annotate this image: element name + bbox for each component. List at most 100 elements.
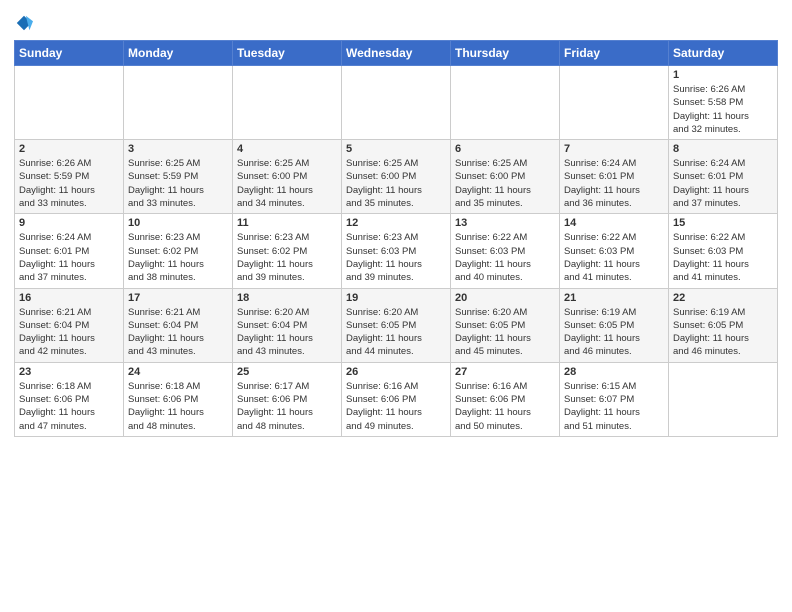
calendar-cell: 18 Sunrise: 6:20 AM Sunset: 6:04 PM Dayli… [233, 288, 342, 362]
day-number: 28 [564, 366, 664, 378]
day-info: Sunrise: 6:24 AM Sunset: 6:01 PM Dayligh… [673, 157, 773, 210]
calendar-cell [124, 66, 233, 140]
calendar-cell: 14Sunrise: 6:22 AM Sunset: 6:03 PM Dayli… [560, 214, 669, 288]
day-number: 21 [564, 292, 664, 304]
week-row-1: 1 Sunrise: 6:26 AM Sunset: 5:58 PM Daylig… [15, 66, 778, 140]
day-number: 14 [564, 217, 664, 229]
weekday-header-wednesday: Wednesday [342, 41, 451, 66]
day-info: Sunrise: 6:16 AM Sunset: 6:06 PM Dayligh… [455, 380, 555, 433]
day-info: Sunrise: 6:22 AM Sunset: 6:03 PM Dayligh… [455, 231, 555, 284]
calendar-cell: 22 Sunrise: 6:19 AM Sunset: 6:05 PM Dayli… [669, 288, 778, 362]
week-row-2: 2 Sunrise: 6:26 AM Sunset: 5:59 PM Daylig… [15, 140, 778, 214]
weekday-header-monday: Monday [124, 41, 233, 66]
day-info: Sunrise: 6:25 AM Sunset: 6:00 PM Dayligh… [455, 157, 555, 210]
calendar-cell: 3 Sunrise: 6:25 AM Sunset: 5:59 PM Daylig… [124, 140, 233, 214]
calendar-cell: 5Sunrise: 6:25 AM Sunset: 6:00 PM Daylig… [342, 140, 451, 214]
day-info: Sunrise: 6:17 AM Sunset: 6:06 PM Dayligh… [237, 380, 337, 433]
day-number: 6 [455, 143, 555, 155]
calendar-cell: 27 Sunrise: 6:16 AM Sunset: 6:06 PM Dayli… [451, 362, 560, 436]
day-info: Sunrise: 6:15 AM Sunset: 6:07 PM Dayligh… [564, 380, 664, 433]
calendar-cell: 7 Sunrise: 6:24 AM Sunset: 6:01 PM Daylig… [560, 140, 669, 214]
calendar: SundayMondayTuesdayWednesdayThursdayFrid… [14, 40, 778, 437]
day-info: Sunrise: 6:19 AM Sunset: 6:05 PM Dayligh… [564, 306, 664, 359]
calendar-cell: 12Sunrise: 6:23 AM Sunset: 6:03 PM Dayli… [342, 214, 451, 288]
day-info: Sunrise: 6:23 AM Sunset: 6:02 PM Dayligh… [128, 231, 228, 284]
day-info: Sunrise: 6:25 AM Sunset: 5:59 PM Dayligh… [128, 157, 228, 210]
day-number: 26 [346, 366, 446, 378]
calendar-cell: 1 Sunrise: 6:26 AM Sunset: 5:58 PM Daylig… [669, 66, 778, 140]
day-number: 27 [455, 366, 555, 378]
day-number: 10 [128, 217, 228, 229]
week-row-3: 9 Sunrise: 6:24 AM Sunset: 6:01 PM Daylig… [15, 214, 778, 288]
calendar-cell: 6 Sunrise: 6:25 AM Sunset: 6:00 PM Daylig… [451, 140, 560, 214]
calendar-cell: 19 Sunrise: 6:20 AM Sunset: 6:05 PM Dayli… [342, 288, 451, 362]
weekday-header-saturday: Saturday [669, 41, 778, 66]
day-info: Sunrise: 6:20 AM Sunset: 6:05 PM Dayligh… [455, 306, 555, 359]
day-number: 20 [455, 292, 555, 304]
day-number: 2 [19, 143, 119, 155]
day-info: Sunrise: 6:25 AM Sunset: 6:00 PM Dayligh… [237, 157, 337, 210]
weekday-header-sunday: Sunday [15, 41, 124, 66]
day-number: 9 [19, 217, 119, 229]
day-info: Sunrise: 6:20 AM Sunset: 6:04 PM Dayligh… [237, 306, 337, 359]
calendar-cell [451, 66, 560, 140]
calendar-cell [233, 66, 342, 140]
weekday-header-thursday: Thursday [451, 41, 560, 66]
day-number: 7 [564, 143, 664, 155]
calendar-cell: 23 Sunrise: 6:18 AM Sunset: 6:06 PM Dayli… [15, 362, 124, 436]
day-number: 8 [673, 143, 773, 155]
weekday-header-tuesday: Tuesday [233, 41, 342, 66]
day-info: Sunrise: 6:19 AM Sunset: 6:05 PM Dayligh… [673, 306, 773, 359]
day-number: 23 [19, 366, 119, 378]
day-info: Sunrise: 6:18 AM Sunset: 6:06 PM Dayligh… [128, 380, 228, 433]
weekday-header-row: SundayMondayTuesdayWednesdayThursdayFrid… [15, 41, 778, 66]
calendar-cell: 20 Sunrise: 6:20 AM Sunset: 6:05 PM Dayli… [451, 288, 560, 362]
logo [14, 10, 33, 34]
calendar-cell: 28 Sunrise: 6:15 AM Sunset: 6:07 PM Dayli… [560, 362, 669, 436]
day-info: Sunrise: 6:22 AM Sunset: 6:03 PM Dayligh… [673, 231, 773, 284]
day-number: 18 [237, 292, 337, 304]
week-row-4: 16 Sunrise: 6:21 AM Sunset: 6:04 PM Dayli… [15, 288, 778, 362]
day-info: Sunrise: 6:21 AM Sunset: 6:04 PM Dayligh… [128, 306, 228, 359]
day-number: 4 [237, 143, 337, 155]
day-number: 25 [237, 366, 337, 378]
day-number: 24 [128, 366, 228, 378]
calendar-cell: 24 Sunrise: 6:18 AM Sunset: 6:06 PM Dayli… [124, 362, 233, 436]
calendar-cell [669, 362, 778, 436]
calendar-cell: 13 Sunrise: 6:22 AM Sunset: 6:03 PM Dayli… [451, 214, 560, 288]
day-info: Sunrise: 6:24 AM Sunset: 6:01 PM Dayligh… [564, 157, 664, 210]
page: SundayMondayTuesdayWednesdayThursdayFrid… [0, 0, 792, 612]
day-info: Sunrise: 6:21 AM Sunset: 6:04 PM Dayligh… [19, 306, 119, 359]
day-info: Sunrise: 6:26 AM Sunset: 5:59 PM Dayligh… [19, 157, 119, 210]
day-info: Sunrise: 6:23 AM Sunset: 6:02 PM Dayligh… [237, 231, 337, 284]
calendar-cell [342, 66, 451, 140]
day-number: 13 [455, 217, 555, 229]
day-number: 11 [237, 217, 337, 229]
day-number: 17 [128, 292, 228, 304]
calendar-cell: 11 Sunrise: 6:23 AM Sunset: 6:02 PM Dayli… [233, 214, 342, 288]
day-number: 3 [128, 143, 228, 155]
day-info: Sunrise: 6:23 AM Sunset: 6:03 PM Dayligh… [346, 231, 446, 284]
header [14, 10, 778, 34]
calendar-cell: 17 Sunrise: 6:21 AM Sunset: 6:04 PM Dayli… [124, 288, 233, 362]
calendar-cell: 4 Sunrise: 6:25 AM Sunset: 6:00 PM Daylig… [233, 140, 342, 214]
day-info: Sunrise: 6:24 AM Sunset: 6:01 PM Dayligh… [19, 231, 119, 284]
calendar-cell: 21 Sunrise: 6:19 AM Sunset: 6:05 PM Dayli… [560, 288, 669, 362]
day-number: 15 [673, 217, 773, 229]
day-number: 22 [673, 292, 773, 304]
calendar-cell: 2 Sunrise: 6:26 AM Sunset: 5:59 PM Daylig… [15, 140, 124, 214]
calendar-cell: 25 Sunrise: 6:17 AM Sunset: 6:06 PM Dayli… [233, 362, 342, 436]
day-number: 19 [346, 292, 446, 304]
calendar-cell: 10 Sunrise: 6:23 AM Sunset: 6:02 PM Dayli… [124, 214, 233, 288]
day-number: 1 [673, 69, 773, 81]
day-info: Sunrise: 6:16 AM Sunset: 6:06 PM Dayligh… [346, 380, 446, 433]
calendar-cell: 9 Sunrise: 6:24 AM Sunset: 6:01 PM Daylig… [15, 214, 124, 288]
day-info: Sunrise: 6:18 AM Sunset: 6:06 PM Dayligh… [19, 380, 119, 433]
weekday-header-friday: Friday [560, 41, 669, 66]
day-number: 16 [19, 292, 119, 304]
day-info: Sunrise: 6:26 AM Sunset: 5:58 PM Dayligh… [673, 83, 773, 136]
calendar-cell: 26 Sunrise: 6:16 AM Sunset: 6:06 PM Dayli… [342, 362, 451, 436]
calendar-cell: 8 Sunrise: 6:24 AM Sunset: 6:01 PM Daylig… [669, 140, 778, 214]
day-number: 5 [346, 143, 446, 155]
day-info: Sunrise: 6:20 AM Sunset: 6:05 PM Dayligh… [346, 306, 446, 359]
